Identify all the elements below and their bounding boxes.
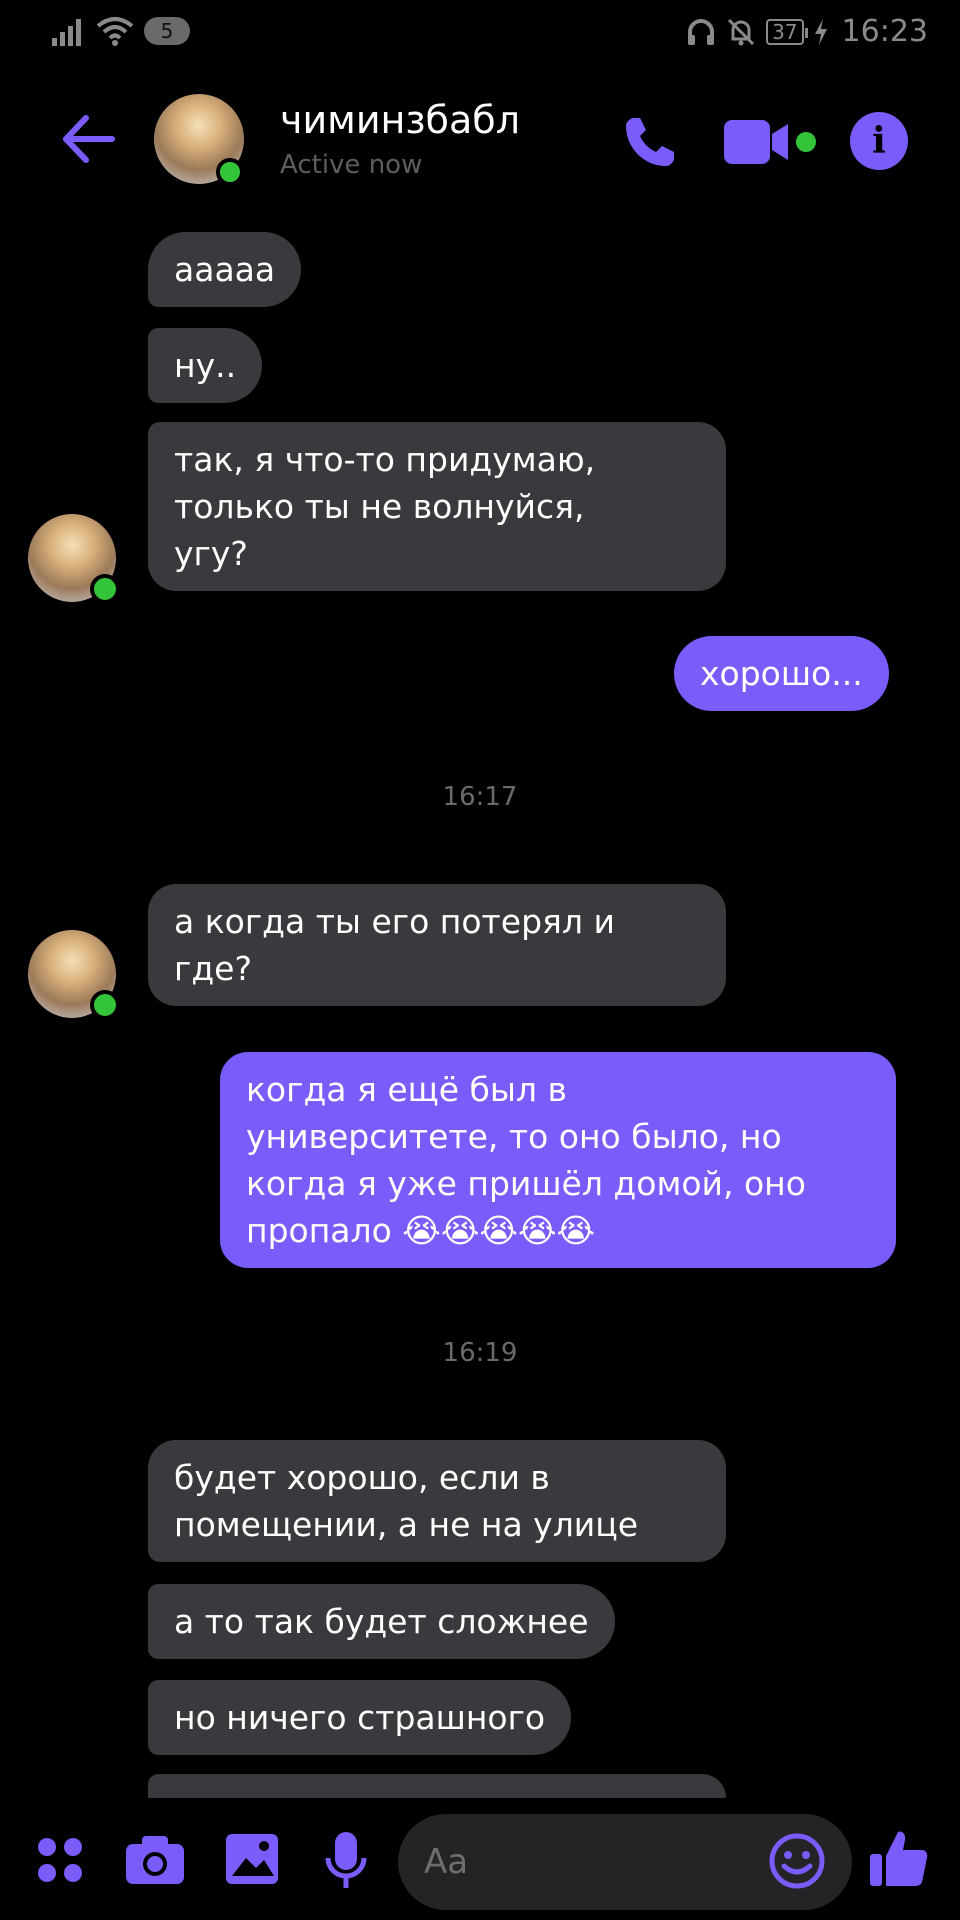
signal-icon [52, 19, 81, 46]
message-incoming[interactable]: так, я что-то придумаю, только ты не вол… [148, 422, 726, 591]
message-incoming[interactable]: но ничего страшного [148, 1680, 572, 1755]
muted-bell-icon [728, 18, 755, 45]
status-right: 37 16:23 [686, 14, 928, 49]
message-incoming[interactable]: будет хорошо, если в помещении, а не на … [148, 1440, 726, 1562]
battery-indicator: 37 [766, 18, 809, 45]
headphones-icon [688, 18, 715, 45]
microphone-icon[interactable] [324, 1830, 368, 1892]
thumbs-up-icon[interactable] [868, 1828, 930, 1890]
video-camera-icon[interactable] [724, 116, 820, 168]
status-left: 5 [52, 16, 190, 46]
message-incoming[interactable]: ааааа [148, 232, 302, 307]
back-arrow-icon[interactable] [58, 108, 120, 170]
online-indicator [216, 158, 244, 186]
online-indicator [90, 990, 120, 1020]
info-icon[interactable]: i [850, 112, 908, 170]
composer-bar [0, 1800, 960, 1920]
message-incoming-partial[interactable] [148, 1774, 726, 1798]
contact-name[interactable]: чиминзбабл [280, 98, 520, 142]
emoji-icon[interactable] [768, 1832, 826, 1890]
status-bar: 5 37 16:23 [0, 0, 960, 66]
wifi-icon [96, 17, 134, 46]
timestamp: 16:19 [442, 1338, 518, 1368]
phone-icon[interactable] [620, 112, 680, 172]
gallery-icon[interactable] [224, 1832, 280, 1886]
sim-badge: 5 [144, 17, 190, 45]
charging-icon [814, 18, 827, 45]
contact-status: Active now [280, 150, 423, 180]
message-incoming[interactable]: ну.. [148, 328, 263, 403]
message-outgoing[interactable]: когда я ещё был в университете, то оно б… [220, 1052, 896, 1268]
message-incoming[interactable]: а когда ты его потерял и где? [148, 884, 726, 1006]
menu-dots-icon[interactable] [36, 1836, 84, 1884]
online-indicator [90, 574, 120, 604]
timestamp: 16:17 [442, 782, 518, 812]
chat-header: чиминзбабл Active now i [0, 86, 960, 196]
message-incoming[interactable]: а то так будет сложнее [148, 1584, 615, 1659]
message-outgoing[interactable]: хорошо... [674, 636, 889, 711]
status-time: 16:23 [841, 14, 928, 49]
camera-icon[interactable] [124, 1834, 186, 1886]
